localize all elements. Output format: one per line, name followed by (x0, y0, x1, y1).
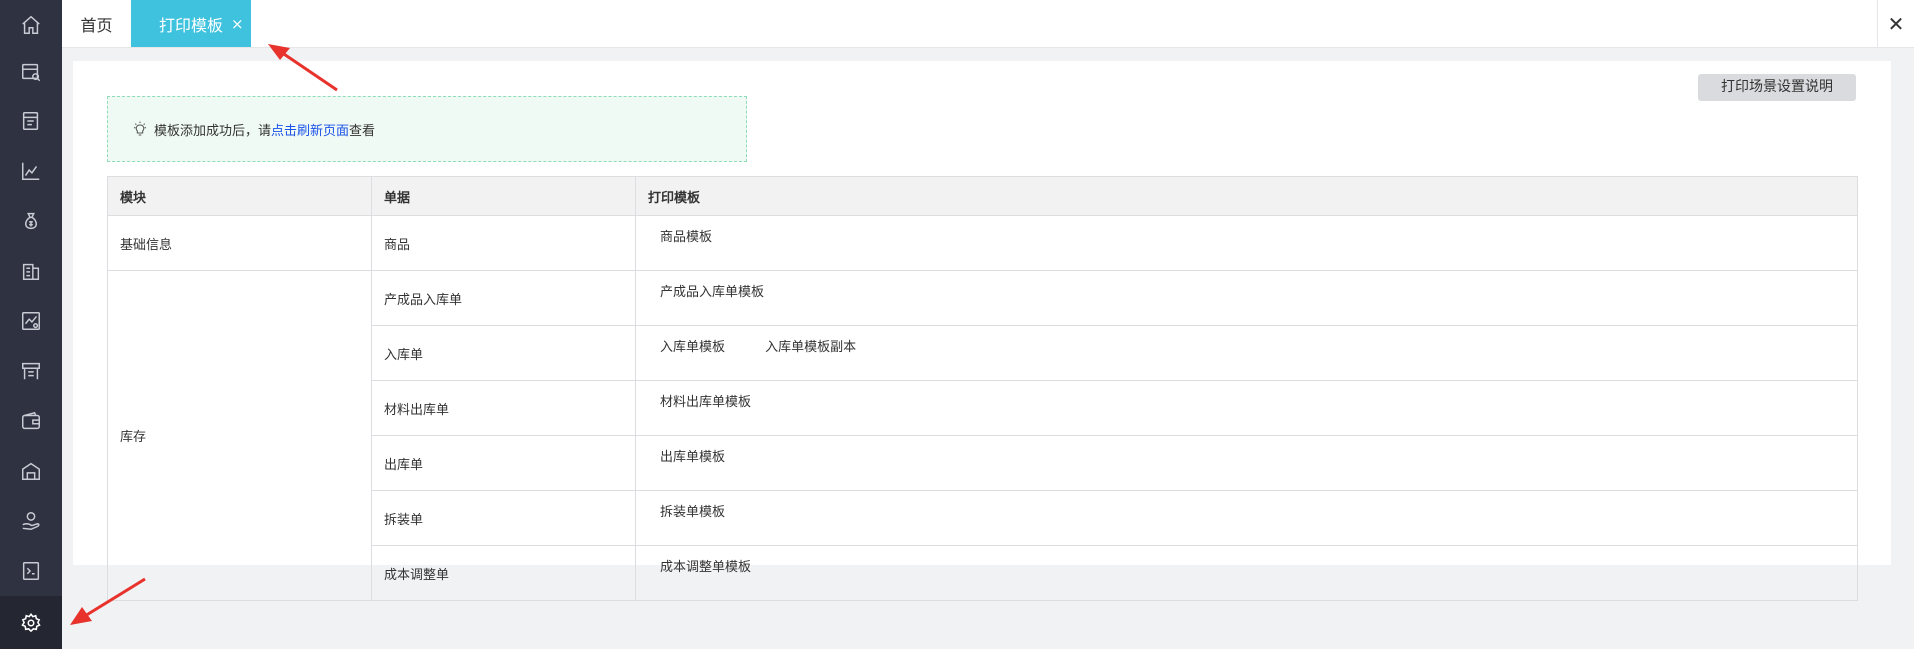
report-icon (22, 312, 40, 330)
module-cell: 库存 (107, 270, 372, 601)
store-icon (22, 362, 40, 380)
tab-print-template-label: 打印模板 (159, 15, 224, 35)
close-icon[interactable]: ✕ (1877, 0, 1914, 47)
sidebar-item-sales[interactable] (0, 96, 62, 146)
gear-icon (21, 612, 41, 632)
sidebar-item-finance[interactable] (0, 196, 62, 246)
document-cell: 成本调整单 (371, 545, 636, 601)
document-cell: 商品 (371, 215, 636, 271)
template-link[interactable]: 材料出库单模板 (660, 395, 751, 410)
tab-close-icon[interactable]: × (231, 15, 244, 33)
sales-order-icon (22, 112, 39, 130)
lightbulb-icon (134, 121, 146, 136)
header-document: 单据 (371, 176, 636, 216)
tab-print-template[interactable]: 打印模板 × (131, 0, 251, 47)
building-icon (22, 263, 40, 280)
table-header-row: 模块 单据 打印模板 (107, 176, 1858, 216)
template-link[interactable]: 成本调整单模板 (660, 560, 751, 575)
sidebar-item-settlement[interactable] (0, 496, 62, 546)
tab-bar: 首页 打印模板 × ✕ (62, 0, 1914, 48)
document-icon (22, 562, 40, 580)
print-scene-help-button[interactable]: 打印场景设置说明 (1698, 74, 1856, 101)
sidebar-item-warehouse[interactable] (0, 446, 62, 496)
document-cell: 出库单 (371, 435, 636, 491)
template-link[interactable]: 入库单模板副本 (765, 340, 856, 355)
sidebar-item-home[interactable] (0, 0, 62, 50)
sidebar-item-statistics[interactable] (0, 146, 62, 196)
money-bag-icon (25, 212, 37, 230)
sidebar-item-documents[interactable] (0, 546, 62, 596)
template-cell: 入库单模板 入库单模板副本 (635, 325, 1858, 381)
template-cell: 商品模板 (635, 215, 1858, 271)
template-cell: 出库单模板 (635, 435, 1858, 491)
sidebar-item-store[interactable] (0, 346, 62, 396)
tip-banner: 模板添加成功后，请 点击刷新页面 查看 (107, 96, 747, 162)
template-cell: 产成品入库单模板 (635, 270, 1858, 326)
table-row: 库存 产成品入库单 产成品入库单模板 (107, 270, 1858, 601)
wallet-icon (22, 411, 40, 430)
template-link[interactable]: 出库单模板 (660, 450, 725, 465)
sidebar-item-wallet[interactable] (0, 396, 62, 446)
tab-home[interactable]: 首页 (62, 0, 131, 47)
header-template: 打印模板 (635, 176, 1858, 216)
document-cell: 产成品入库单 (371, 270, 636, 326)
sidebar-item-company[interactable] (0, 246, 62, 296)
sidebar-item-report[interactable] (0, 296, 62, 346)
sidebar-item-purchase[interactable] (0, 47, 62, 97)
template-cell: 成本调整单模板 (635, 545, 1858, 601)
module-cell: 基础信息 (107, 215, 372, 271)
tab-home-label: 首页 (80, 15, 113, 35)
document-cell: 拆装单 (371, 490, 636, 546)
document-cell: 入库单 (371, 325, 636, 381)
hand-coin-icon (22, 512, 40, 531)
template-link[interactable]: 入库单模板 (660, 340, 725, 355)
tip-text-suffix: 查看 (349, 123, 376, 139)
template-link[interactable]: 拆装单模板 (660, 505, 725, 520)
document-cell: 材料出库单 (371, 380, 636, 436)
tip-text-prefix: 模板添加成功后，请 (154, 123, 272, 139)
sidebar (0, 0, 62, 649)
warehouse-icon (22, 462, 40, 480)
home-icon (22, 15, 40, 34)
sidebar-item-settings[interactable] (0, 596, 62, 649)
purchase-search-icon (22, 63, 41, 82)
template-link[interactable]: 产成品入库单模板 (660, 285, 764, 300)
header-module: 模块 (107, 176, 372, 216)
template-cell: 拆装单模板 (635, 490, 1858, 546)
template-link[interactable]: 商品模板 (660, 230, 712, 245)
refresh-page-link[interactable]: 点击刷新页面 (271, 120, 349, 139)
print-template-table: 模块 单据 打印模板 基础信息 商品 商品模板 库存 产成品入库单 产成品入库单… (107, 176, 1858, 601)
chart-icon (22, 162, 40, 180)
main-content: 打印场景设置说明 模板添加成功后，请 点击刷新页面 查看 模块 单据 打印模板 基础… (73, 61, 1891, 601)
template-cell: 材料出库单模板 (635, 380, 1858, 436)
table-row: 基础信息 商品 商品模板 (107, 215, 1858, 271)
